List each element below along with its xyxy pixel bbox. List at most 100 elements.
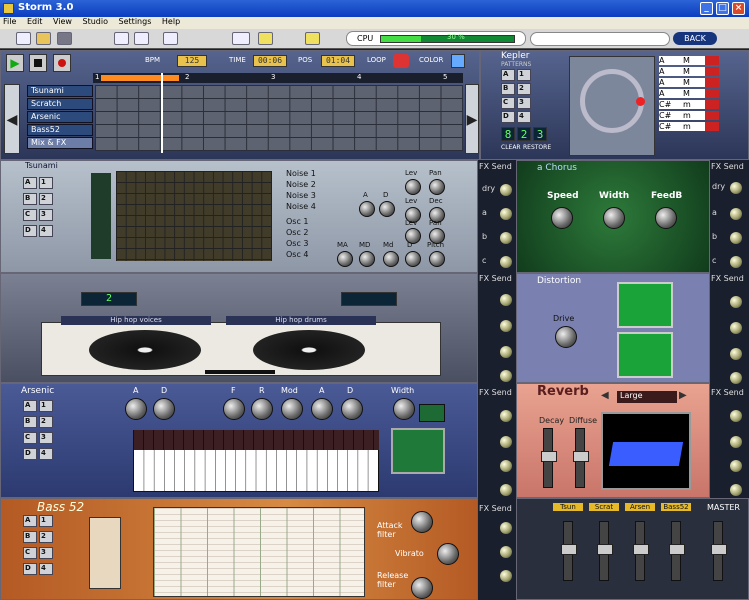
- fx-b-knob[interactable]: [500, 346, 512, 358]
- fx-c-knob[interactable]: [730, 372, 742, 384]
- bass52-pad-b[interactable]: B: [23, 531, 37, 543]
- arsenic-step-lights[interactable]: [133, 430, 379, 450]
- kepler-clear[interactable]: CLEAR: [501, 144, 521, 151]
- note-wheel[interactable]: [569, 56, 655, 156]
- fx-b-knob[interactable]: [500, 460, 512, 472]
- deck-left-counter[interactable]: 2: [81, 292, 137, 306]
- tsunami-pad-a[interactable]: A: [23, 177, 37, 189]
- tsunami-step-grid[interactable]: [116, 171, 272, 261]
- sequencer-grid[interactable]: [95, 85, 463, 151]
- arrange-icon[interactable]: [232, 32, 250, 45]
- record-button[interactable]: [53, 54, 71, 72]
- arsenic-wave-selector[interactable]: [419, 404, 445, 422]
- fx-c-knob[interactable]: [500, 256, 512, 268]
- menu-view[interactable]: View: [53, 17, 72, 26]
- bass52-pad-2[interactable]: 2: [39, 531, 53, 543]
- fader-tsun[interactable]: [561, 521, 577, 581]
- mixer-channel-tsun[interactable]: Tsun: [553, 503, 583, 511]
- mixer-channel-bass52[interactable]: Bass52: [661, 503, 691, 511]
- vinyl-left[interactable]: [89, 330, 201, 370]
- arsenic-attack-knob[interactable]: [125, 398, 147, 420]
- chorus-speed-knob[interactable]: [551, 207, 573, 229]
- arsenic-width-knob[interactable]: [393, 398, 415, 420]
- pad-d[interactable]: D: [501, 111, 515, 123]
- fx-dry-knob[interactable]: [500, 184, 512, 196]
- bass52-pad-1[interactable]: 1: [39, 515, 53, 527]
- tsunami-noise-lev-knob[interactable]: [405, 179, 421, 195]
- close-button[interactable]: ×: [732, 2, 745, 15]
- fx-dry-knob[interactable]: [500, 294, 512, 306]
- tsunami-md-knob[interactable]: [359, 251, 375, 267]
- deck-right-counter[interactable]: [341, 292, 397, 306]
- help-icon[interactable]: [305, 32, 320, 45]
- noise-1[interactable]: Noise 1: [286, 169, 350, 180]
- fader-arsen[interactable]: [633, 521, 649, 581]
- play-button[interactable]: ▶: [6, 54, 24, 72]
- loop-icon[interactable]: [393, 54, 409, 68]
- noise-3[interactable]: Noise 3: [286, 191, 350, 202]
- drive-knob[interactable]: [555, 326, 577, 348]
- chorus-feedb-knob[interactable]: [655, 207, 677, 229]
- preset-next-arrow[interactable]: ▶: [679, 390, 687, 401]
- fx-dry-knob[interactable]: [500, 522, 512, 534]
- chord-root[interactable]: C#: [659, 111, 683, 120]
- pad-4[interactable]: 4: [517, 111, 531, 123]
- noise-2[interactable]: Noise 2: [286, 180, 350, 191]
- scroll-left-arrow[interactable]: ◀: [4, 84, 20, 154]
- arsenic-decay-knob[interactable]: [153, 398, 175, 420]
- playhead[interactable]: [161, 73, 163, 153]
- color-swatch[interactable]: [451, 54, 465, 68]
- bass52-pad-3[interactable]: 3: [39, 547, 53, 559]
- tsunami-pad-1[interactable]: 1: [39, 177, 53, 189]
- chorus-width-knob[interactable]: [603, 207, 625, 229]
- pad-c[interactable]: C: [501, 97, 515, 109]
- preset-prev-arrow[interactable]: ◀: [601, 390, 609, 401]
- track-mix-fx[interactable]: Mix & FX: [27, 137, 93, 149]
- arsenic-pad-4[interactable]: 4: [39, 448, 53, 460]
- fx-dry-knob[interactable]: [730, 182, 742, 194]
- bass52-pad-a[interactable]: A: [23, 515, 37, 527]
- chord-root[interactable]: C#: [659, 122, 683, 131]
- fx-dry-knob[interactable]: [500, 410, 512, 422]
- fx-c-knob[interactable]: [500, 484, 512, 496]
- osc-1[interactable]: Osc 1: [286, 217, 350, 228]
- arsenic-mod-attack-knob[interactable]: [311, 398, 333, 420]
- back-button[interactable]: BACK: [673, 32, 717, 45]
- tsunami-pad-3[interactable]: 3: [39, 209, 53, 221]
- fx-c-knob[interactable]: [730, 484, 742, 496]
- fx-a-knob[interactable]: [730, 322, 742, 334]
- arsenic-pad-3[interactable]: 3: [39, 432, 53, 444]
- fx-a-knob[interactable]: [730, 208, 742, 220]
- arsenic-mod-decay-knob[interactable]: [341, 398, 363, 420]
- osc-2[interactable]: Osc 2: [286, 228, 350, 239]
- bass52-pad-4[interactable]: 4: [39, 563, 53, 575]
- reverb-preset-select[interactable]: Large: [617, 391, 677, 403]
- chord-root[interactable]: A: [659, 89, 683, 98]
- fx-b-knob[interactable]: [730, 348, 742, 360]
- arsenic-filter-knob[interactable]: [223, 398, 245, 420]
- menu-help[interactable]: Help: [162, 17, 180, 26]
- cut-scissors-icon[interactable]: [134, 32, 149, 45]
- pad-b[interactable]: B: [501, 83, 515, 95]
- arsenic-mod-knob[interactable]: [281, 398, 303, 420]
- minimize-button[interactable]: _: [700, 2, 713, 15]
- open-folder-icon[interactable]: [36, 32, 51, 45]
- tsunami-noise-attack-knob[interactable]: [359, 201, 375, 217]
- arsenic-pad-1[interactable]: 1: [39, 400, 53, 412]
- vinyl-right[interactable]: [253, 330, 365, 370]
- note-icon[interactable]: [258, 32, 273, 45]
- fx-c-knob[interactable]: [500, 370, 512, 382]
- fx-c-knob[interactable]: [730, 256, 742, 268]
- tsunami-pad-d[interactable]: D: [23, 225, 37, 237]
- tsunami-osc-decay-knob[interactable]: [405, 251, 421, 267]
- paste-icon[interactable]: [163, 32, 178, 45]
- fx-a-knob[interactable]: [500, 546, 512, 558]
- mixer-channel-scrat[interactable]: Scrat: [589, 503, 619, 511]
- arsenic-pad-b[interactable]: B: [23, 416, 37, 428]
- stop-button[interactable]: [29, 54, 47, 72]
- noise-4[interactable]: Noise 4: [286, 202, 350, 213]
- track-arsenic[interactable]: Arsenic: [27, 111, 93, 123]
- timeline-ruler[interactable]: 1 2 3 4 5: [93, 73, 463, 83]
- fader-bass52[interactable]: [669, 521, 685, 581]
- mixer-channel-arsen[interactable]: Arsen: [625, 503, 655, 511]
